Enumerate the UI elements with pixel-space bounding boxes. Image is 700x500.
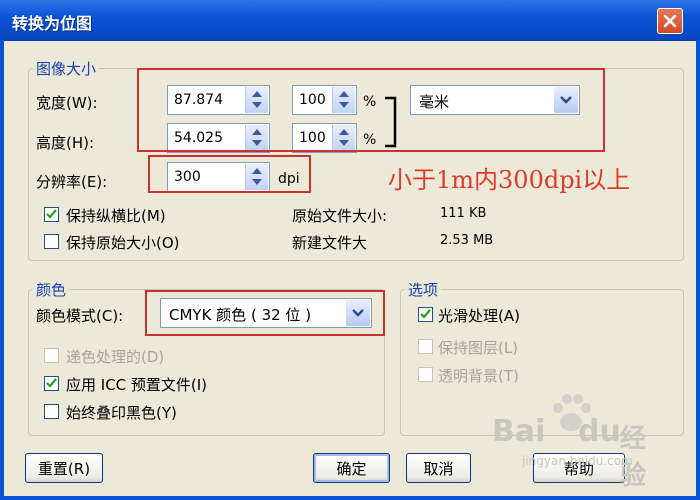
smooth-checkbox[interactable] — [418, 307, 433, 322]
image-size-group-label: 图像大小 — [33, 58, 100, 79]
options-group-label: 选项 — [405, 279, 442, 300]
resolution-annotation: 小于1m内300dpi以上 — [388, 166, 631, 194]
color-mode-label: 颜色模式(C): — [36, 307, 124, 325]
transparent-label[interactable]: 透明背景(T) — [438, 365, 519, 386]
overprint-label[interactable]: 始终叠印黑色(Y) — [66, 402, 177, 423]
icc-checkbox[interactable] — [44, 376, 59, 391]
height-label: 高度(H): — [36, 134, 95, 152]
checkmark-icon — [46, 378, 57, 388]
new-size-label: 新建文件大 — [292, 234, 368, 252]
watermark-url: jingyan.baidu.com — [522, 454, 633, 468]
resolution-highlight-box — [148, 155, 311, 193]
original-size-value: 111 KB — [440, 206, 487, 221]
watermark-brand-2: du — [578, 414, 621, 449]
dither-checkbox[interactable] — [44, 348, 59, 363]
original-size-label: 原始文件大小: — [292, 207, 388, 225]
resolution-label: 分辨率(E): — [36, 173, 108, 191]
reset-button[interactable]: 重置(R) — [25, 453, 103, 483]
keep-layers-checkbox[interactable] — [418, 339, 433, 354]
keep-original-label[interactable]: 保持原始大小(O) — [66, 232, 180, 253]
keep-layers-label[interactable]: 保持图层(L) — [438, 337, 518, 358]
overprint-checkbox[interactable] — [44, 404, 59, 419]
size-highlight-box — [137, 68, 605, 152]
cancel-button[interactable]: 取消 — [406, 453, 471, 483]
width-label: 宽度(W): — [36, 94, 98, 112]
color-group-label: 颜色 — [33, 279, 70, 300]
checkmark-icon — [420, 309, 431, 319]
close-button[interactable] — [657, 8, 683, 34]
title-bar: 转换为位图 — [0, 0, 700, 41]
icc-label[interactable]: 应用 ICC 预置文件(I) — [66, 374, 207, 395]
ok-button[interactable]: 确定 — [313, 453, 390, 483]
color-mode-highlight-box — [145, 290, 385, 336]
keep-ratio-label[interactable]: 保持纵横比(M) — [66, 205, 166, 226]
checkmark-icon — [46, 209, 57, 219]
transparent-checkbox[interactable] — [418, 367, 433, 382]
new-size-value: 2.53 MB — [440, 233, 494, 248]
smooth-label[interactable]: 光滑处理(A) — [438, 305, 520, 326]
dialog-title: 转换为位图 — [12, 14, 93, 33]
close-icon — [663, 14, 677, 28]
dither-label[interactable]: 递色处理的(D) — [66, 346, 164, 367]
keep-original-checkbox[interactable] — [44, 234, 59, 249]
watermark-brand: Bai — [492, 414, 546, 449]
keep-ratio-checkbox[interactable] — [44, 207, 59, 222]
